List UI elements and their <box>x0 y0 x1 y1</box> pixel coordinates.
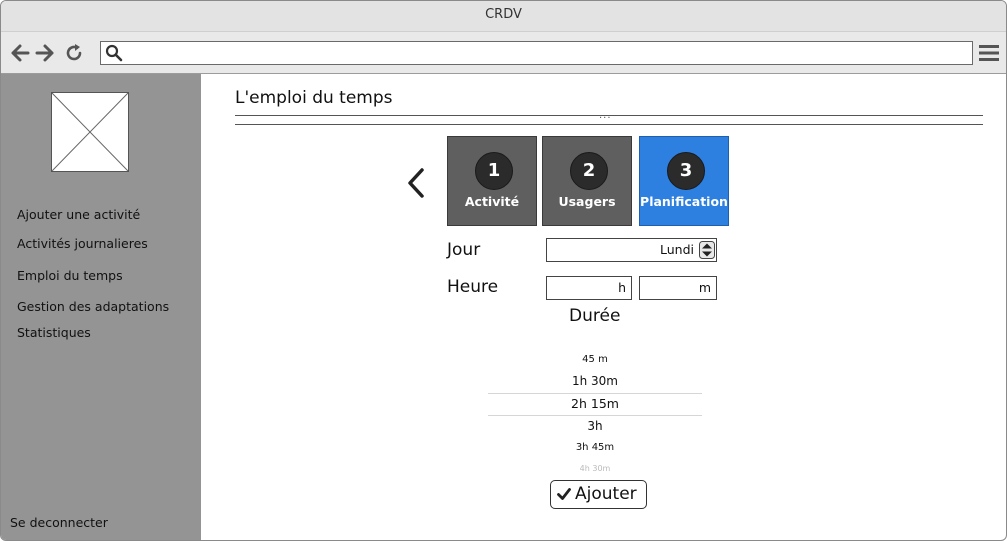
back-arrow-icon[interactable] <box>9 42 31 64</box>
hour-input[interactable]: h <box>546 276 632 300</box>
step-number: 3 <box>667 152 705 190</box>
duration-label: Durée <box>569 306 621 326</box>
step-label: Usagers <box>558 194 616 209</box>
day-select-value: Lundi <box>660 242 694 257</box>
logo-image-placeholder <box>51 92 129 172</box>
add-button[interactable]: Ajouter <box>550 480 647 509</box>
sidebar-item-activites-journalieres[interactable]: Activités journalieres <box>17 236 148 251</box>
duration-option[interactable]: 1h 30m <box>488 374 702 388</box>
checkmark-icon <box>557 488 571 500</box>
divider-handle: ... <box>599 110 612 121</box>
logout-link[interactable]: Se deconnecter <box>10 515 108 530</box>
forward-arrow-icon[interactable] <box>34 42 56 64</box>
step-usagers[interactable]: 2 Usagers <box>542 136 632 226</box>
hour-label: Heure <box>447 277 499 297</box>
title-divider-bottom <box>235 124 983 125</box>
add-button-label: Ajouter <box>575 484 637 504</box>
step-number: 1 <box>475 152 513 190</box>
previous-step-chevron-icon[interactable] <box>405 167 427 199</box>
browser-window: CRDV Ajouter une activité Activités jour… <box>0 0 1007 541</box>
step-label: Activité <box>464 194 520 209</box>
select-spinner-icon <box>699 241 715 259</box>
picker-selection-line <box>488 393 702 394</box>
main-content: L'emploi du temps ... 1 Activité 2 Usage… <box>202 74 1006 540</box>
window-title: CRDV <box>1 1 1006 32</box>
page-title: L'emploi du temps <box>235 88 393 108</box>
step-activite[interactable]: 1 Activité <box>447 136 537 226</box>
day-select[interactable]: Lundi <box>546 238 717 262</box>
minute-unit: m <box>698 280 711 295</box>
step-label: Planification <box>640 194 728 209</box>
step-planification[interactable]: 3 Planification <box>639 136 729 226</box>
picker-selection-line <box>488 415 702 416</box>
hour-unit: h <box>618 280 626 295</box>
sidebar-item-emploi-du-temps[interactable]: Emploi du temps <box>17 268 123 283</box>
sidebar-item-ajouter-activite[interactable]: Ajouter une activité <box>17 207 140 222</box>
sidebar-item-statistiques[interactable]: Statistiques <box>17 325 91 340</box>
browser-toolbar <box>1 32 1006 74</box>
duration-option-selected[interactable]: 2h 15m <box>488 396 702 411</box>
hamburger-menu-icon[interactable] <box>978 43 1000 63</box>
duration-option[interactable]: 45 m <box>488 354 702 365</box>
minute-input[interactable]: m <box>639 276 717 300</box>
sidebar: Ajouter une activité Activités journalie… <box>1 74 201 540</box>
reload-icon[interactable] <box>63 42 85 64</box>
search-icon <box>105 44 123 62</box>
sidebar-item-gestion-adaptations[interactable]: Gestion des adaptations <box>17 299 169 314</box>
step-number: 2 <box>570 152 608 190</box>
duration-option[interactable]: 4h 30m <box>488 464 702 473</box>
address-bar[interactable] <box>100 41 973 65</box>
duration-option[interactable]: 3h <box>488 419 702 433</box>
duration-option[interactable]: 3h 45m <box>488 442 702 453</box>
day-label: Jour <box>447 240 481 260</box>
